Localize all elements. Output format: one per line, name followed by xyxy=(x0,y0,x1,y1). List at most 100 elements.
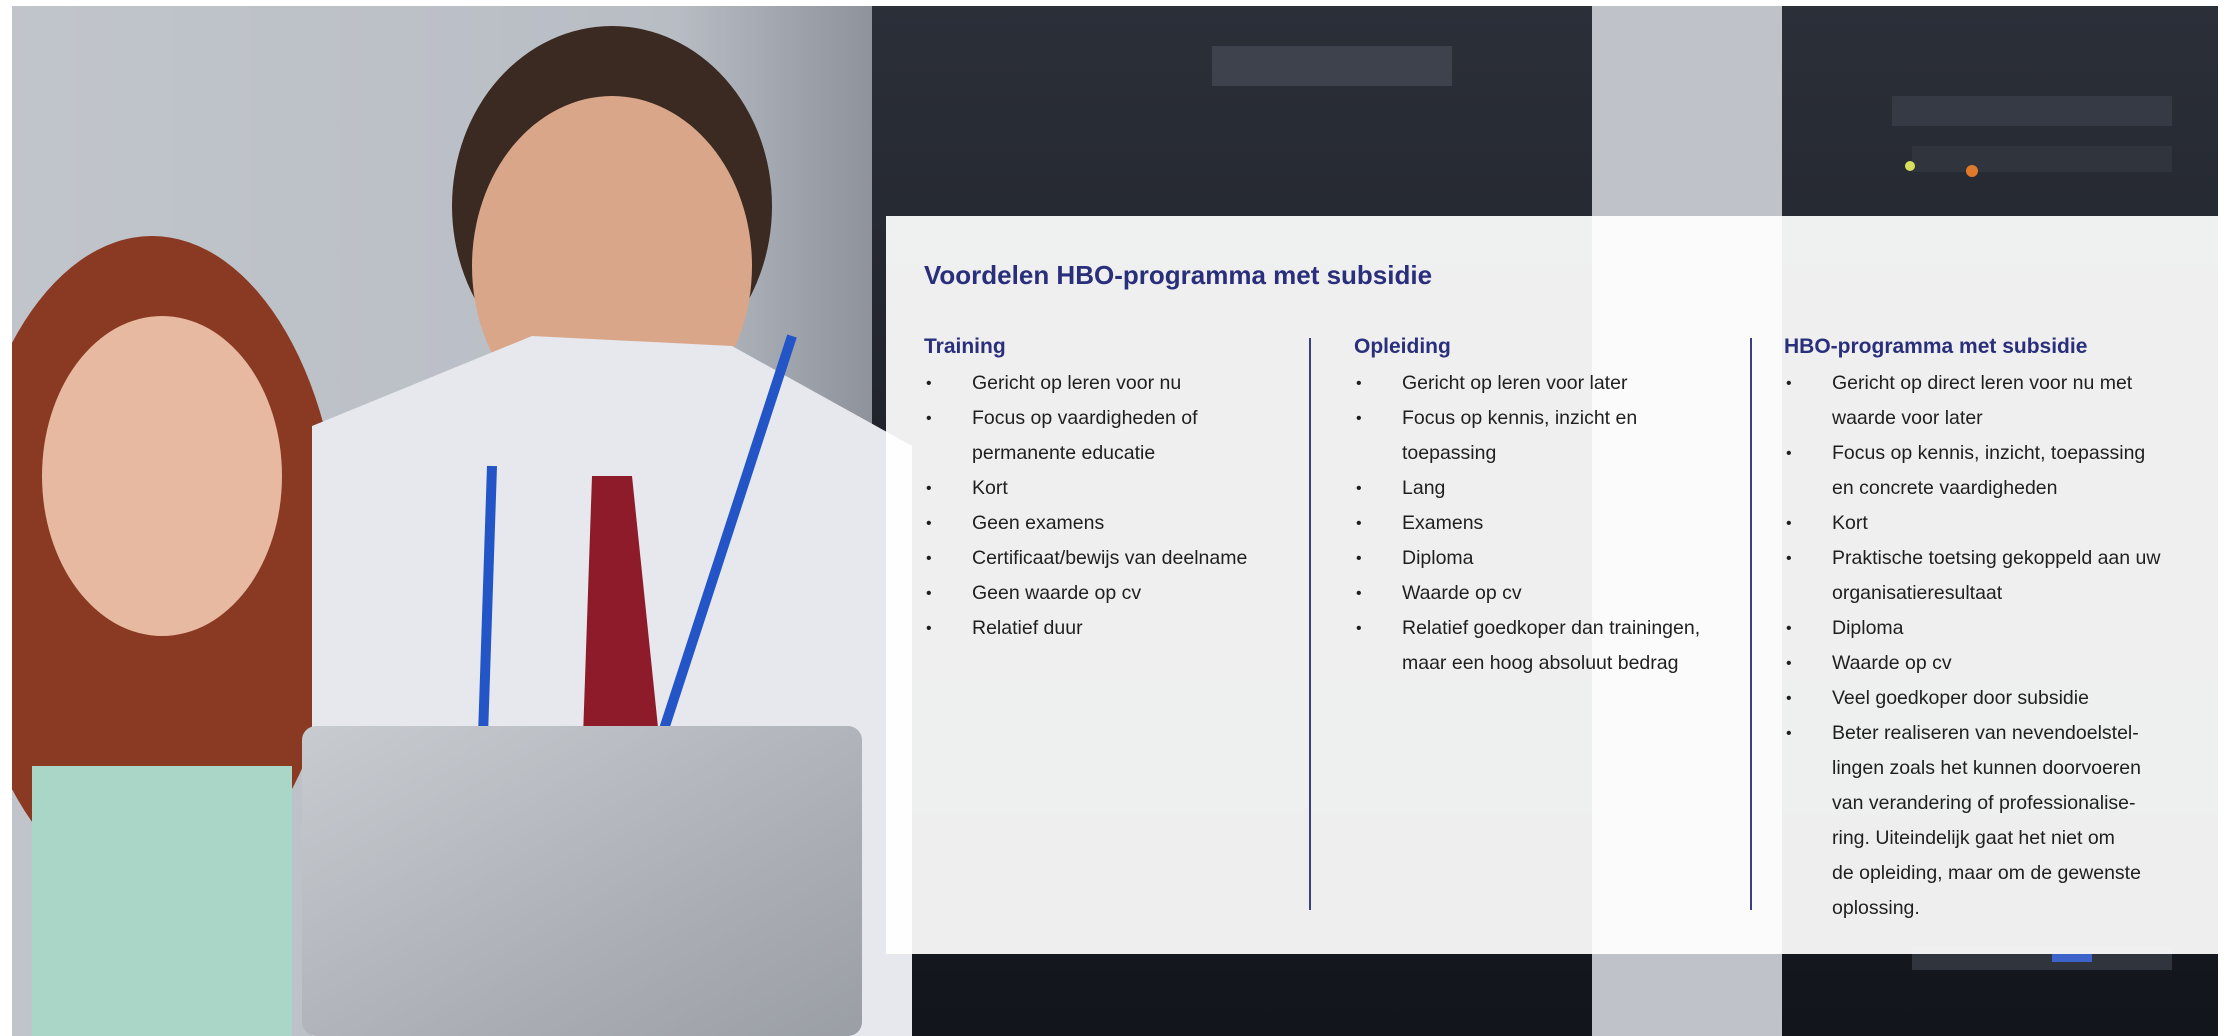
list-item-text: permanente educatie xyxy=(972,442,1156,464)
bullet-icon: • xyxy=(1786,655,1792,672)
list-item: • Geen waarde op cv xyxy=(924,576,1286,611)
bullet-icon: • xyxy=(926,620,932,637)
bullet-list: • Gericht op leren voor later • Focus op ke… xyxy=(1354,366,1730,681)
list-item-text: Focus op kennis, inzicht, toepassing xyxy=(1832,442,2146,464)
list-item-text: oplossing. xyxy=(1832,897,1920,919)
bullet-icon: • xyxy=(926,550,932,567)
list-item-text: Certificaat/bewijs van deelname xyxy=(972,547,1248,569)
bullet-icon: • xyxy=(1786,515,1792,532)
list-item-text: Relatief goedkoper dan trainingen, xyxy=(1402,617,1701,639)
column-hbo-programma: HBO-programma met subsidie • Gericht op d… xyxy=(1784,334,2184,926)
list-item-text: Gericht op leren voor nu xyxy=(972,372,1182,394)
list-item-text: Kort xyxy=(972,477,1008,499)
bullet-icon: • xyxy=(926,375,932,392)
list-item: en concrete vaardigheden xyxy=(1784,471,2184,506)
list-item-text: Gericht op direct leren voor nu met xyxy=(1832,372,2133,394)
list-item-text: Praktische toetsing gekoppeld aan uw xyxy=(1832,547,2161,569)
list-item: toepassing xyxy=(1354,436,1730,471)
list-item-text: van verandering of professionalise- xyxy=(1832,792,2136,814)
list-item: ring. Uiteindelijk gaat het niet om xyxy=(1784,821,2184,856)
bullet-icon: • xyxy=(1356,480,1362,497)
column-heading: Training xyxy=(924,335,1006,358)
list-item: • Kort xyxy=(924,471,1286,506)
bullet-list: • Gericht op leren voor nu • Focus op vaard… xyxy=(924,366,1286,646)
list-item: • Waarde op cv xyxy=(1784,646,2184,681)
list-item-text: ring. Uiteindelijk gaat het niet om xyxy=(1832,827,2115,849)
list-item-text: Gericht op leren voor later xyxy=(1402,372,1628,394)
list-item-text: Veel goedkoper door subsidie xyxy=(1832,687,2089,709)
bullet-icon: • xyxy=(1356,585,1362,602)
list-item: waarde voor later xyxy=(1784,401,2184,436)
bullet-icon: • xyxy=(1356,375,1362,392)
list-item-text: Focus op vaardigheden of xyxy=(972,407,1198,429)
list-item-text: Lang xyxy=(1402,477,1446,499)
list-item-text: Examens xyxy=(1402,512,1484,534)
list-item: maar een hoog absoluut bedrag xyxy=(1354,646,1730,681)
list-item: • Gericht op direct leren voor nu met xyxy=(1784,366,2184,401)
list-item: de opleiding, maar om de gewenste xyxy=(1784,856,2184,891)
panel-title: Voordelen HBO-programma met subsidie xyxy=(924,260,1433,290)
bullet-icon: • xyxy=(926,515,932,532)
bullet-icon: • xyxy=(1356,515,1362,532)
list-item-text: waarde voor later xyxy=(1832,407,1983,429)
bullet-icon: • xyxy=(1356,410,1362,427)
list-item-text: Relatief duur xyxy=(972,617,1083,639)
column-heading: HBO-programma met subsidie xyxy=(1784,335,2088,358)
list-item-text: organisatieresultaat xyxy=(1832,582,2003,604)
list-item: • Relatief duur xyxy=(924,611,1286,646)
benefits-panel: Voordelen HBO-programma met subsidie Tra… xyxy=(886,216,2218,954)
list-item-text: Geen waarde op cv xyxy=(972,582,1142,604)
list-item-text: lingen zoals het kunnen doorvoeren xyxy=(1832,757,2141,779)
list-item-text: Geen examens xyxy=(972,512,1105,534)
list-item-text: Diploma xyxy=(1832,617,1904,639)
list-item: van verandering of professionalise- xyxy=(1784,786,2184,821)
column-divider xyxy=(1309,338,1311,910)
bullet-icon: • xyxy=(1786,445,1792,462)
list-item: oplossing. xyxy=(1784,891,2184,926)
list-item-text: Kort xyxy=(1832,512,1868,534)
list-item-text: Waarde op cv xyxy=(1832,652,1952,674)
bullet-icon: • xyxy=(1356,620,1362,637)
list-item: • Gericht op leren voor nu xyxy=(924,366,1286,401)
list-item: • Praktische toetsing gekoppeld aan uw xyxy=(1784,541,2184,576)
list-item: • Veel goedkoper door subsidie xyxy=(1784,681,2184,716)
bullet-icon: • xyxy=(1786,620,1792,637)
bullet-list: • Gericht op direct leren voor nu met waar… xyxy=(1784,366,2184,926)
list-item-text: maar een hoog absoluut bedrag xyxy=(1402,652,1679,674)
list-item: • Diploma xyxy=(1354,541,1730,576)
list-item: • Kort xyxy=(1784,506,2184,541)
list-item: • Focus op vaardigheden of xyxy=(924,401,1286,436)
list-item: • Relatief goedkoper dan trainingen, xyxy=(1354,611,1730,646)
list-item-text: en concrete vaardigheden xyxy=(1832,477,2058,499)
column-heading: Opleiding xyxy=(1354,335,1451,358)
list-item: • Focus op kennis, inzicht, toepassing xyxy=(1784,436,2184,471)
list-item: lingen zoals het kunnen doorvoeren xyxy=(1784,751,2184,786)
list-item-text: Waarde op cv xyxy=(1402,582,1522,604)
list-item: permanente educatie xyxy=(924,436,1286,471)
list-item-text: de opleiding, maar om de gewenste xyxy=(1832,862,2141,884)
list-item: • Lang xyxy=(1354,471,1730,506)
list-item: • Geen examens xyxy=(924,506,1286,541)
bullet-icon: • xyxy=(1786,375,1792,392)
bullet-icon: • xyxy=(1786,550,1792,567)
list-item: • Certificaat/bewijs van deelname xyxy=(924,541,1286,576)
bullet-icon: • xyxy=(926,410,932,427)
column-training: Training • Gericht op leren voor nu • Focus… xyxy=(924,334,1286,646)
bullet-icon: • xyxy=(926,480,932,497)
list-item: • Gericht op leren voor later xyxy=(1354,366,1730,401)
list-item: • Waarde op cv xyxy=(1354,576,1730,611)
list-item: • Examens xyxy=(1354,506,1730,541)
bullet-icon: • xyxy=(1786,690,1792,707)
bullet-icon: • xyxy=(1786,725,1792,742)
column-divider xyxy=(1750,338,1752,910)
bullet-icon: • xyxy=(926,585,932,602)
bullet-icon: • xyxy=(1356,550,1362,567)
list-item: organisatieresultaat xyxy=(1784,576,2184,611)
column-opleiding: Opleiding • Gericht op leren voor later • F… xyxy=(1354,334,1730,681)
list-item: • Beter realiseren van nevendoelstel- xyxy=(1784,716,2184,751)
list-item-text: Beter realiseren van nevendoelstel- xyxy=(1832,722,2139,744)
list-item-text: Diploma xyxy=(1402,547,1474,569)
list-item-text: toepassing xyxy=(1402,442,1497,464)
list-item: • Focus op kennis, inzicht en xyxy=(1354,401,1730,436)
list-item: • Diploma xyxy=(1784,611,2184,646)
